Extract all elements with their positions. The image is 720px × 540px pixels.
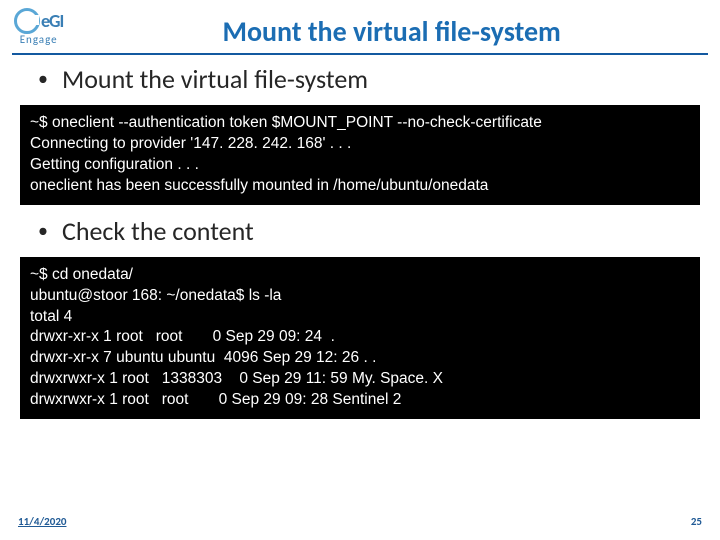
logo-mark: eGI bbox=[14, 8, 63, 34]
footer-page: 25 bbox=[691, 515, 702, 528]
bullet-check: Check the content bbox=[38, 215, 700, 247]
header-rule bbox=[12, 53, 708, 55]
footer-date: 11/4/2020 bbox=[18, 515, 66, 528]
terminal-check: ~$ cd onedata/ ubuntu@stoor 168: ~/oneda… bbox=[20, 257, 700, 419]
logo-ring-icon bbox=[14, 8, 40, 34]
bullet-mount: Mount the virtual file-system bbox=[38, 63, 700, 95]
slide-content: Mount the virtual file-system ~$ oneclie… bbox=[0, 63, 720, 419]
logo-text: eGI bbox=[41, 12, 63, 30]
slide-header: eGI Engage Mount the virtual file-system bbox=[0, 0, 720, 53]
bullet-text: Mount the virtual file-system bbox=[62, 63, 368, 95]
terminal-mount: ~$ oneclient --authentication token $MOU… bbox=[20, 105, 700, 205]
logo: eGI Engage bbox=[14, 8, 63, 46]
slide-title: Mount the virtual file-system bbox=[77, 8, 706, 49]
logo-subtext: Engage bbox=[20, 33, 58, 46]
bullet-text: Check the content bbox=[62, 215, 254, 247]
slide-footer: 11/4/2020 25 bbox=[0, 505, 720, 540]
